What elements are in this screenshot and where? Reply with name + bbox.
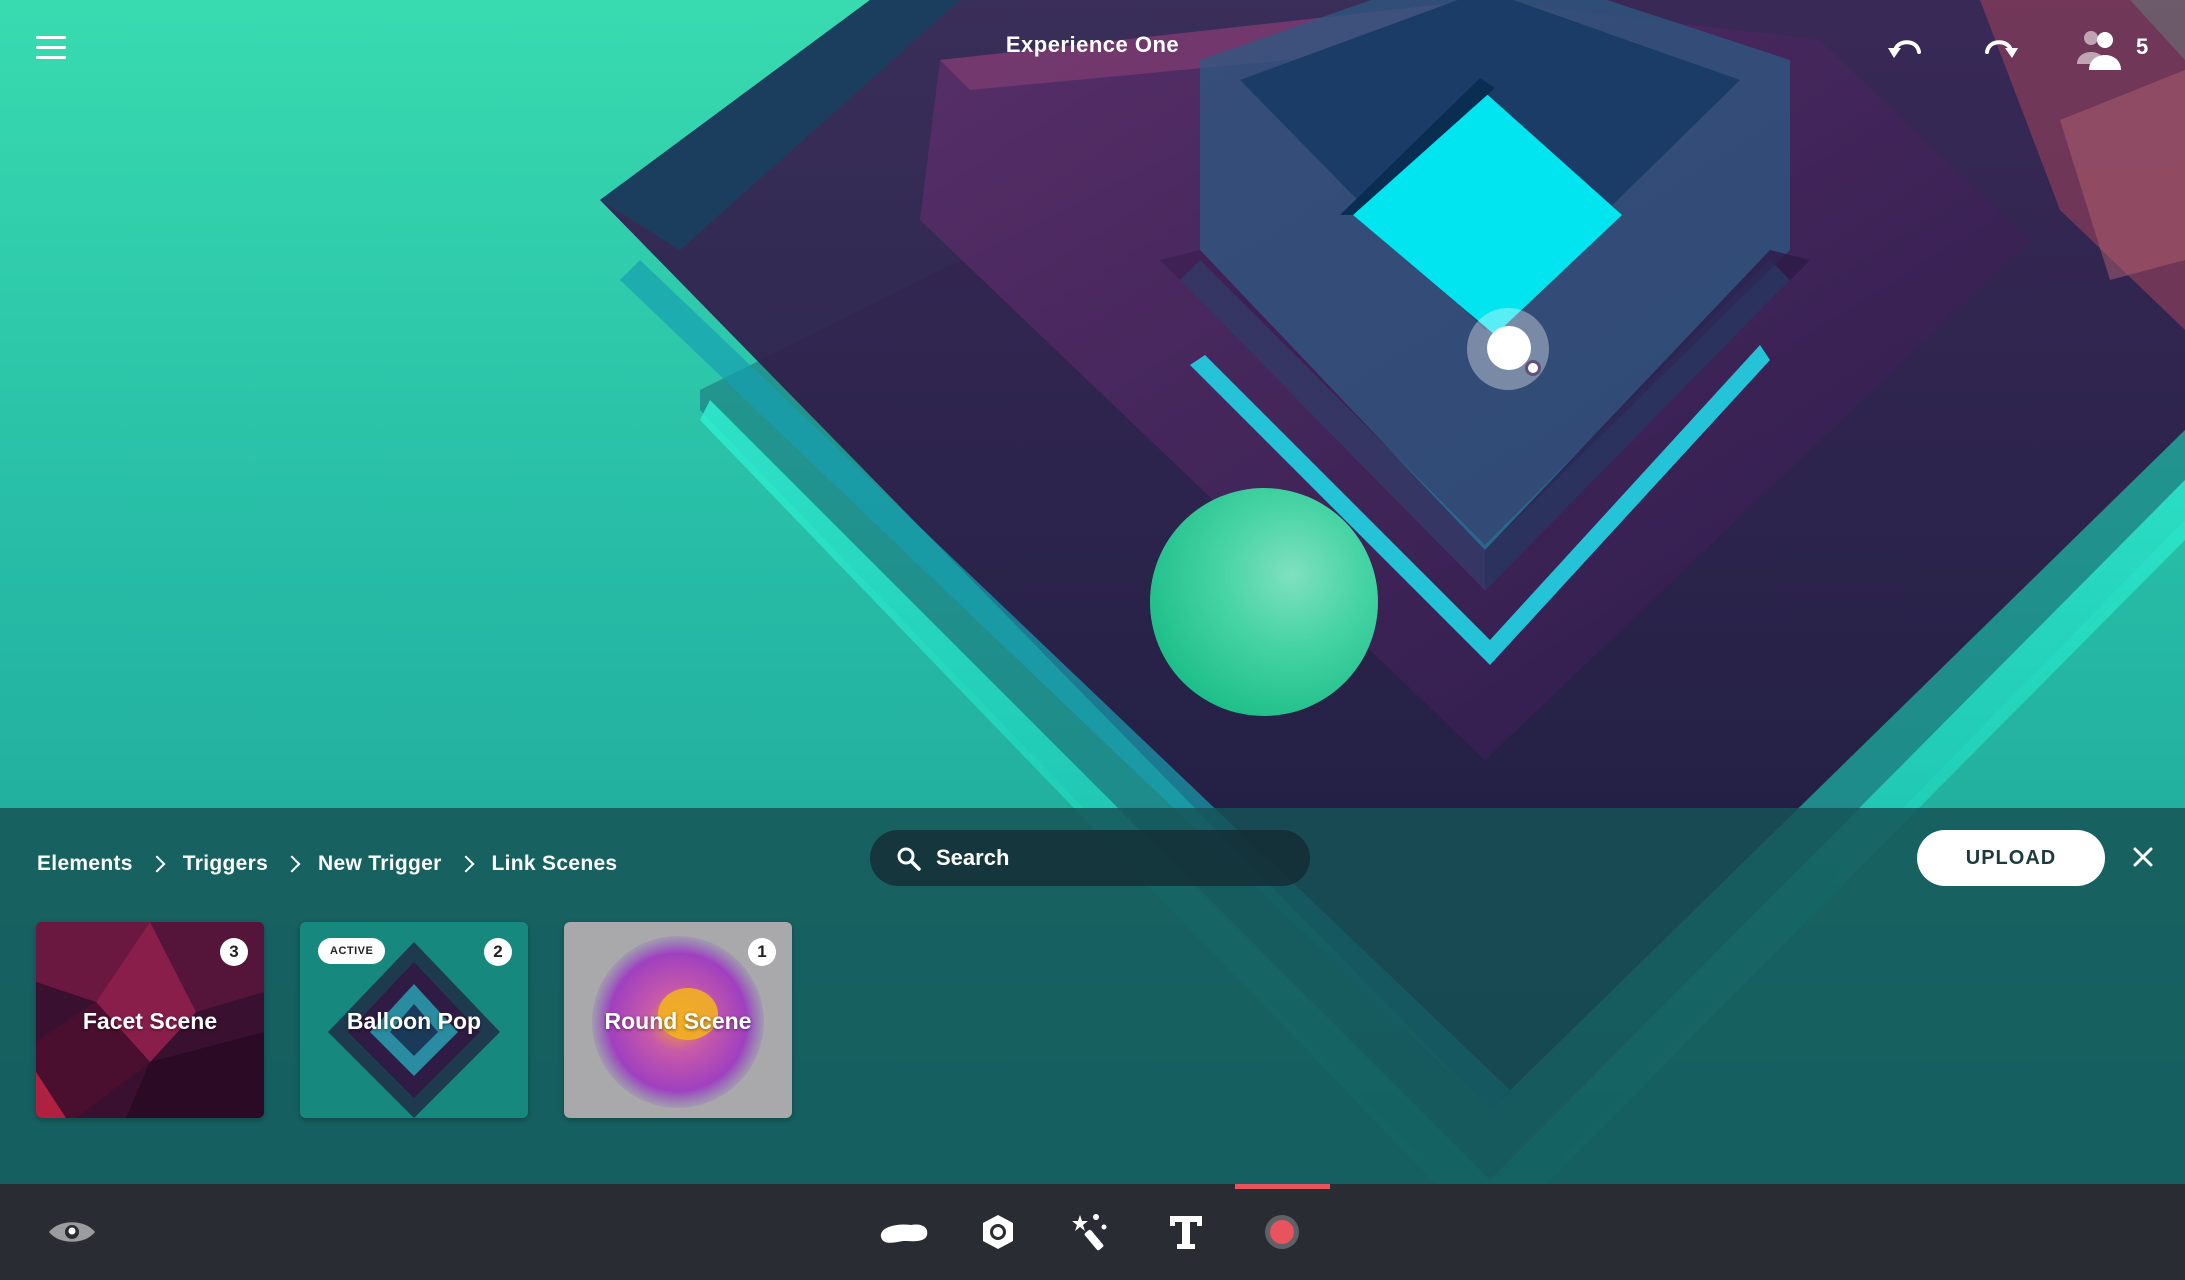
chevron-right-icon xyxy=(148,855,166,873)
breadcrumb-link-scenes[interactable]: Link Scenes xyxy=(492,852,618,876)
search-box[interactable] xyxy=(870,830,1310,886)
experience-title: Experience One xyxy=(1005,32,1180,57)
user-count: 5 xyxy=(2136,34,2149,59)
search-input[interactable] xyxy=(936,840,1276,876)
scene-card-round[interactable]: Round Scene 1 xyxy=(564,922,792,1118)
hamburger-menu-icon[interactable] xyxy=(32,32,72,64)
breadcrumb: Elements Triggers New Trigger Link Scene… xyxy=(37,846,617,882)
scene-sphere[interactable] xyxy=(1150,488,1378,716)
top-bar: Experience One 5 xyxy=(0,0,2185,100)
effects-icon[interactable] xyxy=(1062,1206,1122,1258)
breadcrumb-elements[interactable]: Elements xyxy=(37,852,133,876)
breadcrumb-triggers[interactable]: Triggers xyxy=(183,852,268,876)
text-icon[interactable] xyxy=(1156,1206,1216,1258)
scene-card-label: Round Scene xyxy=(604,1008,752,1034)
hotspot-dot xyxy=(1487,326,1531,370)
eye-icon[interactable] xyxy=(42,1206,102,1258)
scene-card-count: 1 xyxy=(748,938,776,966)
object-icon[interactable] xyxy=(874,1206,934,1258)
scene-card-label: Facet Scene xyxy=(82,1008,218,1034)
undo-icon[interactable] xyxy=(1883,26,1929,72)
element-panel: Elements Triggers New Trigger Link Scene… xyxy=(0,808,2185,1184)
scene-card-balloon-pop[interactable]: ACTIVE Balloon Pop 2 xyxy=(300,922,528,1118)
chevron-right-icon xyxy=(457,855,475,873)
active-badge: ACTIVE xyxy=(318,938,386,964)
active-tool-indicator xyxy=(1235,1184,1330,1189)
scene-card-count: 2 xyxy=(484,938,512,966)
hotspot-handle[interactable] xyxy=(1525,360,1541,376)
record-icon[interactable] xyxy=(1252,1206,1312,1258)
chevron-right-icon xyxy=(283,855,301,873)
redo-icon[interactable] xyxy=(1977,26,2023,72)
close-icon[interactable] xyxy=(2128,842,2158,872)
scene-card-label: Balloon Pop xyxy=(346,1008,482,1034)
hotspot-marker[interactable] xyxy=(1467,308,1549,390)
hotspot-icon[interactable] xyxy=(968,1206,1028,1258)
search-icon xyxy=(897,847,921,871)
users-icon[interactable] xyxy=(2075,26,2127,72)
bottom-toolbar xyxy=(0,1184,2185,1280)
scene-card-count: 3 xyxy=(220,938,248,966)
breadcrumb-new-trigger[interactable]: New Trigger xyxy=(318,852,442,876)
scene-card-facet[interactable]: Facet Scene 3 xyxy=(36,922,264,1118)
upload-button[interactable]: UPLOAD xyxy=(1917,830,2105,886)
